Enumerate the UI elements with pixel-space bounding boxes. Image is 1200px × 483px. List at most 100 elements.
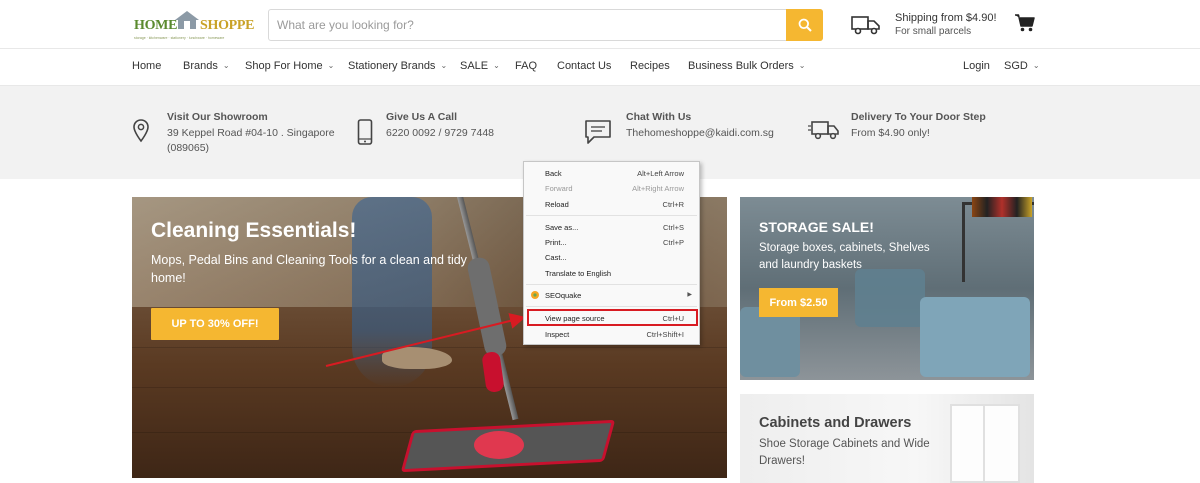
menu-item-label: Print... — [545, 238, 567, 247]
info-address-line1: 39 Keppel Road #04-10 . Singapore — [167, 127, 335, 139]
nav-label: Brands — [183, 60, 218, 72]
shipping-promo[interactable]: Shipping from $4.90! For small parcels — [851, 11, 1001, 39]
cart-icon[interactable] — [1015, 14, 1035, 32]
nav-label: Stationery Brands — [348, 60, 436, 72]
context-menu-item-save-as[interactable]: Save as... Ctrl+S — [524, 220, 699, 234]
menu-item-shortcut: Alt+Left Arrow — [637, 169, 684, 178]
context-menu-item-reload[interactable]: Reload Ctrl+R — [524, 197, 699, 211]
login-link[interactable]: Login — [963, 60, 990, 72]
context-menu-item-print[interactable]: Print... Ctrl+P — [524, 235, 699, 249]
search-input[interactable] — [269, 10, 786, 40]
promo-window-pane — [983, 404, 985, 483]
search-bar — [268, 9, 823, 41]
menu-item-label: SEOquake — [545, 291, 582, 300]
info-title: Give Us A Call — [386, 111, 457, 123]
menu-item-label: Save as... — [545, 223, 579, 232]
promo-basket — [920, 297, 1030, 377]
hero-person-shoe — [382, 347, 452, 369]
nav-item-recipes[interactable]: Recipes — [630, 60, 670, 72]
menu-item-label: Back — [545, 169, 562, 178]
delivery-truck-icon — [851, 16, 880, 35]
seoquake-icon — [531, 291, 539, 299]
site-logo[interactable]: HOME SHOPPE storage · kitchenware · stat… — [134, 8, 255, 42]
nav-label: SALE — [460, 60, 489, 72]
context-menu-item-inspect[interactable]: Inspect Ctrl+Shift+I — [524, 327, 699, 341]
chevron-down-icon: ⌄ — [440, 61, 448, 70]
logo-word-home: HOME — [134, 18, 178, 33]
nav-label: Home — [132, 60, 162, 72]
main-nav: Home Brands ⌄ Shop For Home ⌄ Stationery B… — [0, 48, 1200, 86]
promo-basket — [855, 269, 925, 327]
promo-storage-sale[interactable]: STORAGE SALE! Storage boxes, cabinets, S… — [740, 197, 1034, 380]
nav-item-shop-for-home[interactable]: Shop For Home ⌄ — [245, 60, 334, 72]
login-label: Login — [963, 60, 990, 72]
nav-item-home[interactable]: Home — [132, 60, 161, 72]
house-icon — [175, 11, 199, 29]
menu-item-label: Inspect — [545, 330, 570, 339]
promo-title: Cabinets and Drawers — [759, 415, 912, 431]
nav-item-sale[interactable]: SALE ⌄ — [460, 60, 500, 72]
info-address-line2: (089065) — [167, 142, 210, 154]
menu-separator — [526, 215, 697, 216]
info-email: Thehomeshoppe@kaidi.com.sg — [626, 127, 774, 139]
map-pin-icon — [133, 119, 149, 143]
nav-item-contact-us[interactable]: Contact Us — [557, 60, 611, 72]
promo-window — [950, 404, 1020, 483]
submenu-arrow-icon: ▶ — [687, 292, 692, 298]
nav-label: FAQ — [515, 60, 538, 72]
search-button[interactable] — [786, 9, 823, 41]
nav-item-stationery-brands[interactable]: Stationery Brands ⌄ — [348, 60, 447, 72]
menu-separator — [526, 284, 697, 285]
nav-item-business-bulk-orders[interactable]: Business Bulk Orders ⌄ — [688, 60, 805, 72]
promo-subtitle: Storage boxes, cabinets, Shelves and lau… — [759, 242, 930, 271]
context-menu-item-cast[interactable]: Cast... — [524, 250, 699, 264]
promo-books — [972, 197, 1032, 217]
promo-basket — [740, 307, 800, 377]
mop-pad — [474, 431, 524, 459]
nav-label: Shop For Home — [245, 60, 323, 72]
nav-item-brands[interactable]: Brands ⌄ — [183, 60, 230, 72]
info-title: Visit Our Showroom — [167, 111, 268, 123]
promo-cta-button[interactable]: From $2.50 — [759, 288, 838, 317]
hero-title: Cleaning Essentials! — [151, 219, 357, 242]
info-title: Chat With Us — [626, 111, 692, 123]
phone-icon — [357, 119, 373, 145]
delivery-truck-icon — [808, 121, 839, 140]
promo-title: STORAGE SALE! — [759, 219, 874, 235]
nav-item-faq[interactable]: FAQ — [515, 60, 537, 72]
logo-word-shoppe: SHOPPE — [200, 18, 255, 33]
currency-label: SGD — [1004, 60, 1028, 72]
context-menu-item-translate[interactable]: Translate to English — [524, 266, 699, 280]
nav-label: Recipes — [630, 60, 670, 72]
chevron-down-icon: ⌄ — [222, 61, 230, 70]
nav-label: Contact Us — [557, 60, 612, 72]
logo-tagline: storage · kitchenware · stationery · lun… — [134, 36, 225, 40]
context-menu-item-seoquake[interactable]: SEOquake ▶ — [524, 288, 699, 302]
info-title: Delivery To Your Door Step — [851, 111, 986, 123]
site-header: HOME SHOPPE storage · kitchenware · stat… — [0, 0, 1200, 48]
menu-item-label: Cast... — [545, 253, 567, 262]
chevron-down-icon: ⌄ — [1032, 61, 1040, 70]
menu-item-shortcut: Ctrl+R — [662, 200, 684, 209]
hero-cta-button[interactable]: UP TO 30% OFF! — [151, 308, 279, 340]
menu-separator — [526, 306, 697, 307]
chevron-down-icon: ⌄ — [493, 61, 500, 70]
menu-item-shortcut: Ctrl+P — [662, 238, 684, 247]
search-icon — [798, 18, 812, 32]
promo-cabinets-drawers[interactable]: Cabinets and Drawers Shoe Storage Cabine… — [740, 394, 1034, 483]
menu-item-shortcut: Ctrl+Shift+I — [646, 330, 684, 339]
promo-subtitle: Shoe Storage Cabinets and Wide Drawers! — [759, 438, 930, 467]
context-menu-item-back[interactable]: Back Alt+Left Arrow — [524, 166, 699, 180]
shipping-subline: For small parcels — [895, 26, 972, 37]
info-delivery-price: From $4.90 only! — [851, 127, 930, 139]
currency-selector[interactable]: SGD ⌄ — [1004, 60, 1040, 72]
shipping-headline: Shipping from $4.90! — [895, 12, 997, 24]
chat-icon — [585, 120, 611, 144]
hero-subtitle: Mops, Pedal Bins and Cleaning Tools for … — [151, 253, 467, 285]
menu-item-shortcut: Alt+Right Arrow — [632, 184, 684, 193]
nav-label: Business Bulk Orders — [688, 60, 794, 72]
chevron-down-icon: ⌄ — [327, 61, 335, 70]
chevron-down-icon: ⌄ — [798, 61, 806, 70]
menu-item-label: Reload — [545, 200, 569, 209]
context-menu-item-forward[interactable]: Forward Alt+Right Arrow — [524, 181, 699, 195]
